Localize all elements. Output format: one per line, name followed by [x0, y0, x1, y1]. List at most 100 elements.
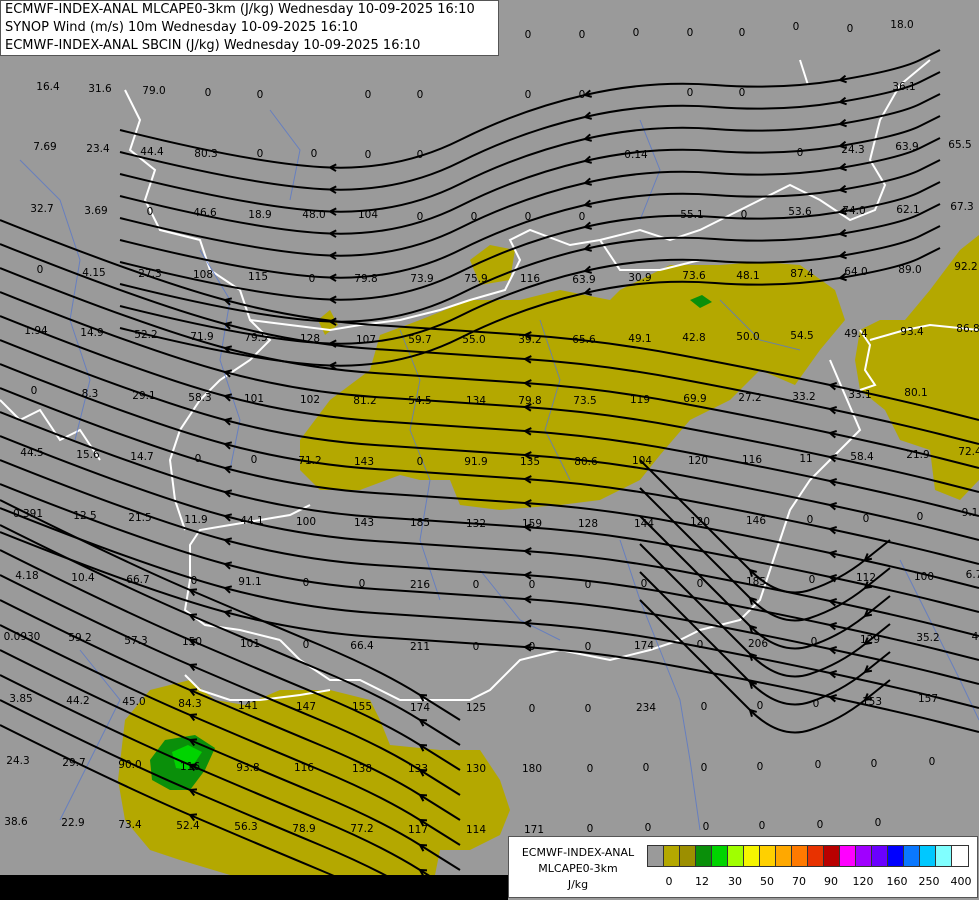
map-value-label: 91.9 — [464, 456, 487, 468]
map-value-label: 0 — [759, 820, 766, 832]
map-value-label: 0 — [645, 822, 652, 834]
map-value-label: 119 — [630, 394, 650, 406]
legend-swatch — [776, 846, 792, 866]
map-value-label: 108 — [193, 269, 213, 281]
map-value-label: 52.2 — [134, 329, 157, 341]
map-value-label: 133 — [408, 763, 428, 775]
map-value-label: 143 — [354, 456, 374, 468]
map-value-label: 48.0 — [302, 209, 325, 221]
map-value-label: 0 — [739, 87, 746, 99]
map-value-label: 93.4 — [900, 326, 924, 338]
map-value-label: 116 — [294, 762, 314, 774]
map-value-label: 54.5 — [408, 395, 431, 407]
map-value-label: 0 — [251, 454, 258, 466]
map-value-label: 4.18 — [15, 570, 38, 582]
map-value-label: 146 — [746, 515, 766, 527]
map-value-label: 14.9 — [80, 327, 103, 339]
map-value-label: 171 — [524, 824, 544, 836]
map-value-label: 0 — [757, 761, 764, 773]
map-value-label: 0 — [529, 579, 536, 591]
legend-swatch — [680, 846, 696, 866]
map-value-label: 1.94 — [24, 325, 48, 337]
map-value-label: 6.7 — [966, 569, 979, 581]
map-value-label: 174 — [410, 702, 430, 714]
map-value-label: 100 — [296, 516, 316, 528]
color-legend: ECMWF-INDEX-ANAL MLCAPE0-3km J/kg 0 12 30 5… — [508, 836, 978, 898]
map-value-label: 72.4 — [958, 446, 979, 458]
map-value-label: 101 — [240, 638, 260, 650]
map-value-label: 120 — [690, 516, 710, 528]
map-value-label: 0 — [311, 148, 318, 160]
map-value-label: 0 — [525, 29, 532, 41]
map-value-label: 185 — [410, 517, 430, 529]
map-value-label: 0 — [365, 89, 372, 101]
map-value-label: 81.2 — [353, 395, 376, 407]
legend-swatch — [728, 846, 744, 866]
map-value-label: 0 — [809, 574, 816, 586]
map-value-label: 0 — [257, 148, 264, 160]
map-value-label: 0 — [417, 149, 424, 161]
map-value-label: 69.9 — [683, 393, 706, 405]
map-value-label: 44.1 — [240, 515, 263, 527]
legend-swatch — [744, 846, 760, 866]
map-value-label: 11.9 — [184, 514, 207, 526]
map-value-label: 58.3 — [188, 392, 211, 404]
map-value-label: 0 — [147, 206, 154, 218]
map-value-label: 21.5 — [128, 512, 151, 524]
map-value-label: 77.2 — [350, 823, 373, 835]
map-value-label: 73.5 — [573, 395, 596, 407]
map-value-label: 44.2 — [66, 695, 89, 707]
legend-swatch — [792, 846, 808, 866]
map-value-label: 64.0 — [844, 266, 867, 278]
map-value-label: 185 — [746, 576, 766, 588]
legend-tick-label: 70 — [792, 875, 806, 888]
map-value-label: 16.4 — [36, 81, 60, 93]
map-value-label: 36.1 — [892, 81, 915, 93]
legend-title: ECMWF-INDEX-ANAL MLCAPE0-3km J/kg — [513, 845, 643, 893]
map-value-label: 0 — [205, 87, 212, 99]
legend-swatch — [888, 846, 904, 866]
map-value-label: 0.14 — [624, 149, 648, 161]
legend-swatch — [904, 846, 920, 866]
map-value-label: 84.3 — [178, 698, 201, 710]
map-value-label: 0 — [793, 21, 800, 33]
map-value-label: 0 — [303, 639, 310, 651]
legend-swatch — [696, 846, 712, 866]
legend-swatch — [872, 846, 888, 866]
map-value-label: 66.4 — [350, 640, 374, 652]
map-value-label: 63.9 — [572, 274, 595, 286]
map-value-label: 53.6 — [788, 206, 812, 218]
legend-tick-label: 90 — [824, 875, 838, 888]
map-value-label: 31.6 — [88, 83, 112, 95]
map-value-label: 0 — [359, 578, 366, 590]
map-value-label: 0.391 — [13, 508, 43, 520]
map-value-label: 180 — [522, 763, 542, 775]
map-value-label: 21.9 — [906, 449, 929, 461]
map-value-label: 0 — [641, 578, 648, 590]
map-value-label: 0 — [525, 89, 532, 101]
map-value-label: 0 — [417, 89, 424, 101]
map-value-label: 0 — [195, 453, 202, 465]
map-value-label: 45.0 — [122, 696, 145, 708]
legend-ticks: 0 12 30 50 70 90 120 160 250 400 — [647, 875, 979, 891]
map-value-label: 4 — [972, 631, 979, 643]
map-value-label: 78.9 — [292, 823, 315, 835]
header-line-cape: ECMWF-INDEX-ANAL MLCAPE0-3km (J/kg) Wedn… — [5, 2, 475, 17]
map-value-label: 73.9 — [410, 273, 433, 285]
map-value-label: 0 — [191, 575, 198, 587]
map-value-label: 49.1 — [628, 333, 651, 345]
map-value-label: 114 — [466, 824, 486, 836]
legend-swatch — [856, 846, 872, 866]
map-value-label: 58.4 — [850, 451, 874, 463]
map-value-label: 0 — [757, 700, 764, 712]
map-value-label: 87.4 — [790, 268, 814, 280]
map-value-label: 115 — [248, 271, 268, 283]
map-value-label: 50.0 — [736, 331, 759, 343]
map-value-label: 128 — [300, 333, 320, 345]
map-value-label: 24.3 — [6, 755, 29, 767]
legend-title-source: ECMWF-INDEX-ANAL — [521, 846, 635, 859]
map-value-label: 67.3 — [950, 201, 973, 213]
map-value-label: 23.4 — [86, 143, 110, 155]
map-value-label: 9.1 — [962, 507, 979, 519]
map-value-label: 0 — [525, 211, 532, 223]
